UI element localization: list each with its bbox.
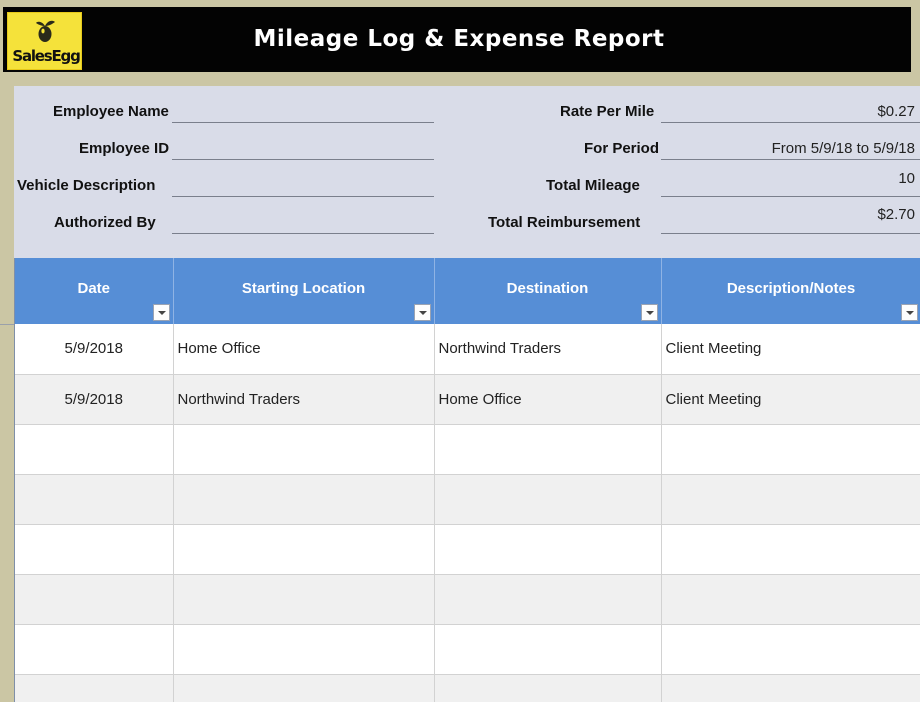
table-row: 5/9/2018 Home Office Northwind Traders C…	[15, 324, 920, 375]
column-label: Description/Notes	[726, 279, 856, 297]
destination-cell[interactable]	[434, 474, 662, 525]
logo-text: SalesEgg	[12, 47, 80, 65]
rate-per-mile-field[interactable]	[661, 122, 920, 123]
vehicle-description-field[interactable]	[172, 196, 434, 197]
for-period-label: For Period	[584, 140, 660, 157]
description-cell[interactable]: Client Meeting	[661, 374, 920, 425]
column-label: Destination	[506, 279, 589, 297]
date-cell[interactable]	[15, 674, 174, 702]
column-label: Date	[77, 279, 110, 297]
column-header-date[interactable]: Date	[15, 258, 174, 324]
column-header-destination[interactable]: Destination	[434, 258, 662, 324]
starting-location-cell[interactable]	[173, 524, 435, 575]
description-cell[interactable]	[661, 424, 920, 475]
filter-dropdown-icon[interactable]	[640, 304, 658, 321]
table-row	[15, 574, 920, 625]
total-mileage-label: Total Mileage	[546, 177, 640, 194]
egg-leaf-icon	[36, 20, 55, 42]
description-cell[interactable]	[661, 624, 920, 675]
date-cell[interactable]: 5/9/2018	[15, 374, 174, 425]
starting-location-cell[interactable]: Northwind Traders	[173, 374, 435, 425]
destination-cell[interactable]	[434, 624, 662, 675]
authorized-by-field[interactable]	[172, 233, 434, 234]
employee-id-label: Employee ID	[79, 140, 170, 157]
vehicle-description-label: Vehicle Description	[17, 177, 156, 194]
destination-cell[interactable]: Northwind Traders	[434, 324, 662, 375]
filter-dropdown-icon[interactable]	[900, 304, 918, 321]
destination-cell[interactable]	[434, 674, 662, 702]
starting-location-cell[interactable]	[173, 674, 435, 702]
destination-cell[interactable]	[434, 574, 662, 625]
salesegg-logo: SalesEgg	[7, 12, 82, 70]
table-row	[15, 624, 920, 675]
date-cell[interactable]	[15, 474, 174, 525]
total-reimbursement-field	[661, 233, 920, 234]
title-bar: SalesEgg Mileage Log & Expense Report	[3, 7, 911, 72]
date-cell[interactable]	[15, 624, 174, 675]
description-cell[interactable]: Client Meeting	[661, 324, 920, 375]
report-info-panel: Employee Name Employee ID Vehicle Descri…	[14, 86, 920, 258]
column-header-description-notes[interactable]: Description/Notes	[661, 258, 920, 324]
total-mileage-field	[661, 196, 920, 197]
filter-dropdown-icon[interactable]	[152, 304, 170, 321]
filter-dropdown-icon[interactable]	[413, 304, 431, 321]
description-cell[interactable]	[661, 674, 920, 702]
total-reimbursement-label: Total Reimbursement	[488, 214, 641, 231]
total-reimbursement-value: $2.70	[877, 206, 915, 223]
table-row	[15, 424, 920, 475]
page-title: Mileage Log & Expense Report	[253, 26, 665, 52]
date-cell[interactable]	[15, 424, 174, 475]
description-cell[interactable]	[661, 574, 920, 625]
table-header-row: Date Starting Location Destination Descr…	[15, 258, 920, 324]
table-row	[15, 474, 920, 525]
destination-cell[interactable]	[434, 424, 662, 475]
destination-cell[interactable]: Home Office	[434, 374, 662, 425]
table-row: 5/9/2018 Northwind Traders Home Office C…	[15, 374, 920, 425]
starting-location-cell[interactable]: Home Office	[173, 324, 435, 375]
description-cell[interactable]	[661, 524, 920, 575]
for-period-value[interactable]: From 5/9/18 to 5/9/18	[661, 140, 915, 157]
employee-name-field[interactable]	[172, 122, 434, 123]
table-row	[15, 674, 920, 702]
destination-cell[interactable]	[434, 524, 662, 575]
date-cell[interactable]: 5/9/2018	[15, 324, 174, 375]
sheet-edge-divider	[0, 324, 14, 325]
description-cell[interactable]	[661, 474, 920, 525]
rate-per-mile-label: Rate Per Mile	[560, 103, 655, 120]
column-header-starting-location[interactable]: Starting Location	[173, 258, 435, 324]
starting-location-cell[interactable]	[173, 624, 435, 675]
total-mileage-value: 10	[898, 170, 915, 187]
for-period-field[interactable]	[661, 159, 920, 160]
starting-location-cell[interactable]	[173, 574, 435, 625]
table-row	[15, 524, 920, 575]
starting-location-cell[interactable]	[173, 424, 435, 475]
date-cell[interactable]	[15, 574, 174, 625]
date-cell[interactable]	[15, 524, 174, 575]
employee-id-field[interactable]	[172, 159, 434, 160]
mileage-log-table: Date Starting Location Destination Descr…	[14, 258, 920, 702]
rate-per-mile-value[interactable]: $0.27	[661, 103, 915, 120]
authorized-by-label: Authorized By	[54, 214, 156, 231]
starting-location-cell[interactable]	[173, 474, 435, 525]
column-label: Starting Location	[241, 279, 366, 297]
employee-name-label: Employee Name	[53, 103, 169, 120]
